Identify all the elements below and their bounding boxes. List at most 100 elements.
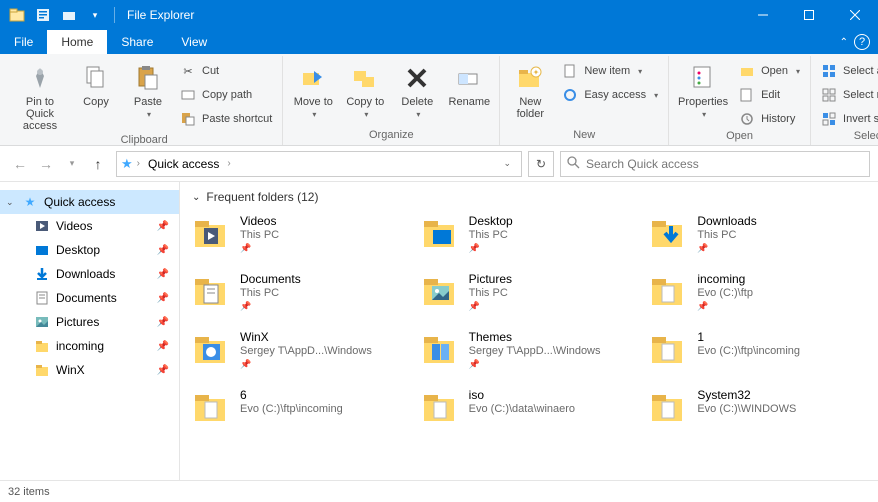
folder-item[interactable]: DocumentsThis PC📌: [192, 272, 409, 320]
folder-icon: [192, 330, 230, 368]
copy-button[interactable]: Copy: [72, 60, 120, 110]
paste-shortcut-button[interactable]: Paste shortcut: [176, 108, 276, 130]
ribbon-group-organize: Move to▾ Copy to▾ Delete▾ Rename Organiz…: [283, 56, 500, 145]
tab-home[interactable]: Home: [47, 30, 107, 54]
breadcrumb[interactable]: Quick access: [144, 157, 223, 171]
ribbon-group-clipboard: Pin to Quick access Copy Paste ▾ ✂Cut Co…: [6, 56, 283, 145]
folder-icon: [421, 214, 459, 252]
address-dropdown-icon[interactable]: ⌄: [503, 158, 511, 169]
rename-icon: [453, 62, 485, 94]
folder-icon: [34, 218, 50, 234]
sidebar-item-videos[interactable]: Videos📌: [0, 214, 179, 238]
folder-item[interactable]: incomingEvo (C:)\ftp📌: [649, 272, 866, 320]
select-all-icon: [821, 63, 837, 79]
pin-icon: 📌: [157, 269, 169, 280]
folder-item[interactable]: DesktopThis PC📌: [421, 214, 638, 262]
rename-button[interactable]: Rename: [445, 60, 493, 110]
maximize-button[interactable]: [786, 0, 832, 30]
sidebar-quick-access[interactable]: ⌄ ★ Quick access: [0, 190, 179, 214]
paste-button[interactable]: Paste ▾: [124, 60, 172, 121]
qat-customize-icon[interactable]: ▾: [84, 4, 106, 26]
tab-view[interactable]: View: [167, 30, 221, 54]
content-pane[interactable]: ⌄ Frequent folders (12) VideosThis PC📌De…: [180, 182, 878, 480]
copy-icon: [80, 62, 112, 94]
folder-icon: [192, 214, 230, 252]
invert-selection-button[interactable]: Invert selection: [817, 108, 878, 130]
easy-access-icon: [562, 87, 578, 103]
refresh-button[interactable]: ↻: [528, 151, 554, 177]
sidebar-item-incoming[interactable]: incoming📌: [0, 334, 179, 358]
select-none-button[interactable]: Select none: [817, 84, 878, 106]
forward-button[interactable]: →: [34, 152, 58, 176]
collapse-ribbon-icon[interactable]: ⌃: [840, 37, 848, 48]
folder-item[interactable]: 6Evo (C:)\ftp\incoming: [192, 388, 409, 436]
folder-item[interactable]: ThemesSergey T\AppD...\Windows📌: [421, 330, 638, 378]
sidebar-item-pictures[interactable]: Pictures📌: [0, 310, 179, 334]
star-icon: ★: [22, 194, 38, 210]
folder-icon: [421, 272, 459, 310]
pin-icon: 📌: [240, 301, 301, 312]
edit-button[interactable]: Edit: [735, 84, 804, 106]
delete-button[interactable]: Delete▾: [393, 60, 441, 121]
up-button[interactable]: ↑: [86, 152, 110, 176]
app-icon: [6, 4, 28, 26]
folder-icon: [34, 266, 50, 282]
new-folder-icon: ✦: [514, 62, 546, 94]
pin-to-quick-access-button[interactable]: Pin to Quick access: [12, 60, 68, 134]
edit-icon: [739, 87, 755, 103]
titlebar: ▾ File Explorer: [0, 0, 878, 30]
minimize-button[interactable]: [740, 0, 786, 30]
sidebar-item-documents[interactable]: Documents📌: [0, 286, 179, 310]
history-button[interactable]: History: [735, 108, 804, 130]
close-button[interactable]: [832, 0, 878, 30]
folder-item[interactable]: WinXSergey T\AppD...\Windows📌: [192, 330, 409, 378]
folder-item[interactable]: VideosThis PC📌: [192, 214, 409, 262]
sidebar-item-winx[interactable]: WinX📌: [0, 358, 179, 382]
new-item-button[interactable]: New item▾: [558, 60, 662, 82]
move-to-icon: [297, 62, 329, 94]
help-icon[interactable]: ?: [854, 34, 870, 50]
folder-item[interactable]: System32Evo (C:)\WINDOWS: [649, 388, 866, 436]
new-folder-button[interactable]: ✦ New folder: [506, 60, 554, 122]
navigation-pane[interactable]: ⌄ ★ Quick access Videos📌Desktop📌Download…: [0, 182, 180, 480]
folder-item[interactable]: isoEvo (C:)\data\winaero: [421, 388, 638, 436]
pin-icon: 📌: [240, 359, 372, 370]
select-all-button[interactable]: Select all: [817, 60, 878, 82]
copy-to-button[interactable]: Copy to▾: [341, 60, 389, 121]
ribbon-tabs: File Home Share View ⌃ ?: [0, 30, 878, 54]
tab-share[interactable]: Share: [107, 30, 167, 54]
ribbon-group-open: Properties▾ Open▾ Edit History Open: [669, 56, 811, 145]
pin-icon: 📌: [697, 301, 753, 312]
folder-item[interactable]: PicturesThis PC📌: [421, 272, 638, 320]
sidebar-item-downloads[interactable]: Downloads📌: [0, 262, 179, 286]
invert-icon: [821, 111, 837, 127]
folder-icon: [421, 330, 459, 368]
properties-button[interactable]: Properties▾: [675, 60, 731, 121]
svg-text:✦: ✦: [533, 68, 540, 77]
pin-icon: 📌: [157, 221, 169, 232]
pin-icon: 📌: [469, 359, 601, 370]
back-button[interactable]: ←: [8, 152, 32, 176]
history-icon: [739, 111, 755, 127]
folder-icon: [34, 290, 50, 306]
folder-item[interactable]: DownloadsThis PC📌: [649, 214, 866, 262]
open-button[interactable]: Open▾: [735, 60, 804, 82]
sidebar-item-desktop[interactable]: Desktop📌: [0, 238, 179, 262]
recent-locations-button[interactable]: ▾: [60, 152, 84, 176]
navigation-bar: ← → ▾ ↑ ★ › Quick access › ⌄ ↻ Search Qu…: [0, 146, 878, 182]
pin-icon: 📌: [469, 243, 513, 254]
folder-item[interactable]: 1Evo (C:)\ftp\incoming: [649, 330, 866, 378]
copy-path-button[interactable]: Copy path: [176, 84, 276, 106]
qat-newfolder-icon[interactable]: [58, 4, 80, 26]
qat-properties-icon[interactable]: [32, 4, 54, 26]
copy-path-icon: [180, 87, 196, 103]
tab-file[interactable]: File: [0, 30, 47, 54]
move-to-button[interactable]: Move to▾: [289, 60, 337, 121]
chevron-down-icon: ⌄: [6, 197, 16, 208]
address-bar[interactable]: ★ › Quick access › ⌄: [116, 151, 522, 177]
cut-button[interactable]: ✂Cut: [176, 60, 276, 82]
search-input[interactable]: Search Quick access: [560, 151, 870, 177]
section-header[interactable]: ⌄ Frequent folders (12): [192, 190, 866, 204]
easy-access-button[interactable]: Easy access▾: [558, 84, 662, 106]
open-icon: [739, 63, 755, 79]
